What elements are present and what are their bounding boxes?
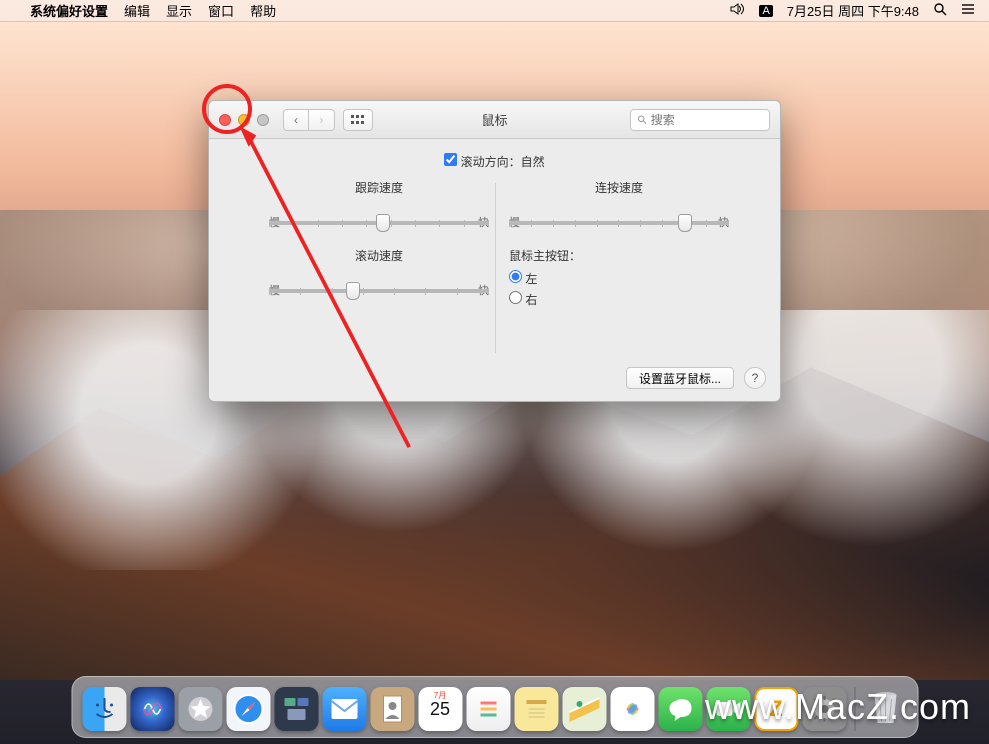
double-click-speed-slider[interactable]: 慢快	[509, 214, 729, 248]
scroll-speed-group: 滚动速度 慢快	[269, 247, 489, 316]
scroll-direction-checkbox[interactable]	[444, 153, 457, 166]
window-zoom-button[interactable]	[257, 114, 269, 126]
spotlight-icon[interactable]	[933, 2, 947, 19]
primary-button-group: 鼠标主按钮： 左 右	[509, 247, 729, 310]
volume-menu-icon[interactable]	[730, 3, 745, 18]
dock-mission-control-icon[interactable]	[274, 687, 318, 731]
setup-bluetooth-mouse-button[interactable]: 设置蓝牙鼠标...	[626, 367, 734, 389]
menu-edit[interactable]: 编辑	[124, 1, 150, 20]
help-button[interactable]: ?	[744, 367, 766, 389]
input-source-icon[interactable]: A	[759, 5, 772, 17]
dock-contacts-icon[interactable]	[370, 687, 414, 731]
tracking-speed-slider[interactable]: 慢快	[269, 214, 489, 248]
vertical-divider	[495, 183, 496, 353]
tracking-speed-group: 跟踪速度 慢快	[269, 179, 489, 248]
datetime[interactable]: 7月25日 周四 下午9:48	[787, 1, 919, 20]
app-menu[interactable]: 系统偏好设置	[30, 1, 108, 20]
window-title: 鼠标	[481, 110, 507, 129]
scroll-speed-slider[interactable]: 慢快	[269, 282, 489, 316]
primary-left-radio-row[interactable]: 左	[509, 268, 729, 289]
window-close-button[interactable]	[219, 114, 231, 126]
scroll-direction-checkbox-row[interactable]: 滚动方向：自然	[444, 155, 544, 169]
dock-maps-icon[interactable]	[562, 687, 606, 731]
window-titlebar[interactable]: ‹ › 鼠标	[209, 101, 780, 139]
primary-right-radio-row[interactable]: 右	[509, 289, 729, 310]
dock-calendar-icon[interactable]: 7月25	[418, 687, 462, 731]
search-input[interactable]	[651, 113, 763, 127]
search-field[interactable]	[630, 109, 770, 131]
menu-help[interactable]: 帮助	[250, 1, 276, 20]
dock-photos-icon[interactable]	[610, 687, 654, 731]
dock-launchpad-icon[interactable]	[178, 687, 222, 731]
notifications-icon[interactable]	[961, 3, 975, 18]
scroll-speed-label: 滚动速度	[269, 247, 489, 264]
scroll-direction-label: 滚动方向：自然	[461, 155, 545, 169]
dock-messages-icon[interactable]	[658, 687, 702, 731]
dock-notes-icon[interactable]	[514, 687, 558, 731]
primary-button-label: 鼠标主按钮：	[509, 247, 729, 264]
menu-view[interactable]: 显示	[166, 1, 192, 20]
tracking-speed-label: 跟踪速度	[269, 179, 489, 196]
dock-siri-icon[interactable]	[130, 687, 174, 731]
show-all-button[interactable]	[343, 109, 373, 131]
menu-window[interactable]: 窗口	[208, 1, 234, 20]
menu-bar: 系统偏好设置 编辑 显示 窗口 帮助 A 7月25日 周四 下午9:48	[0, 0, 989, 22]
primary-right-radio[interactable]	[509, 291, 522, 304]
dock-mail-icon[interactable]	[322, 687, 366, 731]
primary-left-radio[interactable]	[509, 270, 522, 283]
dock-safari-icon[interactable]	[226, 687, 270, 731]
dock-finder-icon[interactable]	[82, 687, 126, 731]
preferences-window: ‹ › 鼠标 滚动方向：自然 跟踪速度 慢快	[208, 100, 781, 402]
nav-forward-button[interactable]: ›	[309, 109, 335, 131]
watermark-text: www.MacZ.com	[705, 686, 971, 728]
double-click-speed-group: 连按速度 慢快	[509, 179, 729, 248]
dock-reminders-icon[interactable]	[466, 687, 510, 731]
nav-back-button[interactable]: ‹	[283, 109, 309, 131]
window-minimize-button[interactable]	[238, 114, 250, 126]
double-click-speed-label: 连按速度	[509, 179, 729, 196]
